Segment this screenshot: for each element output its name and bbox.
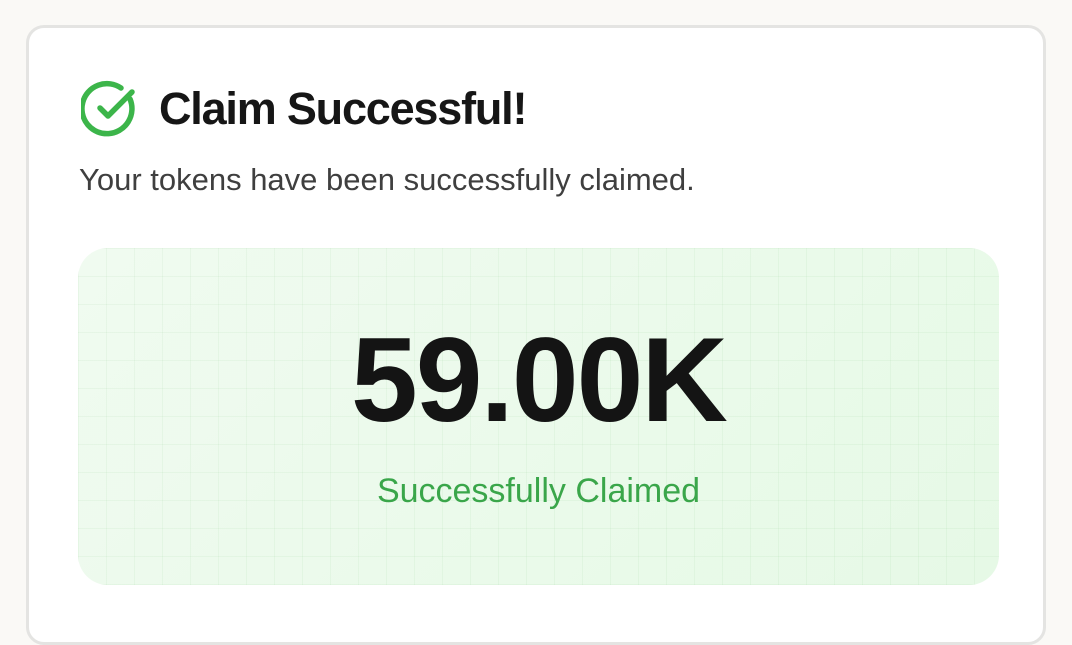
claimed-amount-panel: 59.00K Successfully Claimed (78, 248, 999, 585)
claimed-amount: 59.00K (351, 313, 728, 447)
claim-success-card: Claim Successful! Your tokens have been … (26, 25, 1046, 645)
claim-status-label: Successfully Claimed (376, 472, 701, 510)
dialog-title: Claim Successful! (159, 83, 527, 134)
dialog-subtitle: Your tokens have been successfully claim… (79, 162, 695, 197)
check-circle-icon (81, 80, 135, 137)
dialog-header: Claim Successful! (81, 80, 527, 138)
